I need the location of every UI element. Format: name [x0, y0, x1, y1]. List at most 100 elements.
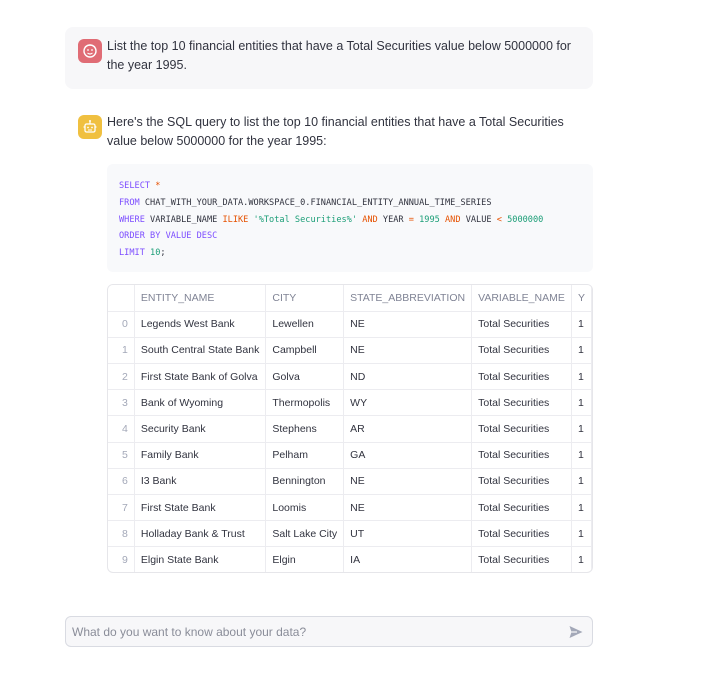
- table-cell: Total Securities: [471, 442, 572, 469]
- results-table[interactable]: ENTITY_NAME CITY STATE_ABBREVIATION VARIABL…: [107, 284, 593, 573]
- robot-icon: [83, 120, 97, 133]
- sql-keyword: LIMIT: [119, 248, 145, 259]
- table-row[interactable]: 8 Holladay Bank & Trust Salt Lake City UT To…: [108, 520, 592, 548]
- table-row[interactable]: 6 I3 Bank Bennington NE Total Securities 1: [108, 468, 592, 496]
- table-body: 0 Legends West Bank Lewellen NE Total Securi…: [108, 311, 592, 572]
- column-header[interactable]: Y: [571, 285, 592, 312]
- sql-text: ;: [160, 248, 166, 259]
- table-cell: Legends West Bank: [134, 311, 267, 338]
- table-cell: GA: [343, 442, 473, 469]
- table-row[interactable]: 7 First State Bank Loomis NE Total Securitie…: [108, 494, 592, 522]
- sql-text: YEAR: [377, 214, 409, 225]
- table-cell: Total Securities: [471, 468, 572, 496]
- sql-text: *: [150, 181, 161, 191]
- table-cell: Total Securities: [471, 337, 572, 365]
- table-cell: Bennington: [265, 468, 345, 496]
- assistant-message-text: Here's the SQL query to list the top 10 …: [107, 115, 564, 148]
- sql-code-block[interactable]: SELECT * FROM CHAT_WITH_YOUR_DATA.WORKSP…: [107, 164, 593, 272]
- table-cell: 1: [571, 494, 592, 522]
- table-cell: 1: [571, 546, 592, 572]
- sql-text: CHAT_WITH_YOUR_DATA.WORKSPACE_0.FINANCIA…: [139, 197, 492, 208]
- table-cell: Holladay Bank & Trust: [134, 520, 267, 548]
- table-cell: Thermopolis: [265, 389, 345, 417]
- table-row[interactable]: 4 Security Bank Stephens AR Total Securities…: [108, 415, 592, 443]
- table-cell: Total Securities: [471, 311, 572, 338]
- table-cell: 1: [571, 311, 592, 338]
- table-cell: IA: [343, 546, 473, 572]
- sql-text: VALUE DESC: [160, 231, 218, 242]
- sql-line-2: FROM CHAT_WITH_YOUR_DATA.WORKSPACE_0.FIN…: [119, 195, 581, 212]
- user-message-text: List the top 10 financial entities that …: [107, 39, 571, 72]
- column-header[interactable]: CITY: [265, 285, 345, 312]
- row-index-cell: 9: [108, 546, 135, 572]
- table-cell: 1: [571, 415, 592, 443]
- table-cell: Total Securities: [471, 363, 572, 391]
- table-cell: 1: [571, 363, 592, 391]
- sql-keyword: WHERE: [119, 214, 145, 225]
- table-cell: Elgin: [265, 546, 345, 572]
- table-cell: Total Securities: [471, 415, 572, 443]
- table-cell: Family Bank: [134, 442, 267, 469]
- table-cell: Total Securities: [471, 546, 572, 572]
- table-cell: 1: [571, 337, 592, 365]
- sql-line-1: SELECT *: [119, 178, 581, 195]
- user-message: List the top 10 financial entities that …: [65, 27, 593, 89]
- table-cell: 1: [571, 442, 592, 469]
- sql-number: 10: [144, 248, 161, 259]
- table-cell: 1: [571, 468, 592, 496]
- user-avatar-icon: [78, 39, 102, 63]
- assistant-avatar-icon: [78, 115, 102, 139]
- table-cell: Pelham: [265, 442, 345, 469]
- table-cell: NE: [343, 337, 473, 365]
- column-header[interactable]: STATE_ABBREVIATION: [343, 285, 473, 312]
- column-header[interactable]: ENTITY_NAME: [134, 285, 267, 312]
- sql-operator: AND: [445, 214, 461, 225]
- table-cell: I3 Bank: [134, 468, 267, 496]
- table-row[interactable]: 0 Legends West Bank Lewellen NE Total Securi…: [108, 311, 592, 338]
- table-cell: Golva: [265, 363, 345, 391]
- table-cell: 1: [571, 389, 592, 417]
- table-cell: ND: [343, 363, 473, 391]
- table-cell: Total Securities: [471, 494, 572, 522]
- table-cell: AR: [343, 415, 473, 443]
- sql-line-3: WHERE VARIABLE_NAME ILIKE '%Total Securi…: [119, 212, 581, 229]
- table-cell: Salt Lake City: [265, 520, 345, 548]
- table-row[interactable]: 2 First State Bank of Golva Golva ND Total S…: [108, 363, 592, 391]
- table-cell: Stephens: [265, 415, 345, 443]
- sql-keyword: FROM: [119, 197, 140, 208]
- table-cell: Bank of Wyoming: [134, 389, 267, 417]
- table-cell: Loomis: [265, 494, 345, 522]
- column-header[interactable]: VARIABLE_NAME: [471, 285, 572, 312]
- chat-input[interactable]: [72, 621, 552, 643]
- send-arrow-icon[interactable]: [568, 624, 584, 640]
- table-row[interactable]: 3 Bank of Wyoming Thermopolis WY Total Secur…: [108, 389, 592, 417]
- sql-text: VARIABLE_NAME: [144, 214, 223, 225]
- row-index-cell: 5: [108, 442, 135, 469]
- row-index-cell: 7: [108, 494, 135, 522]
- row-index-cell: 3: [108, 389, 135, 417]
- table-row[interactable]: 1 South Central State Bank Campbell NE Total…: [108, 337, 592, 365]
- row-index-cell: 0: [108, 311, 135, 338]
- row-index-cell: 6: [108, 468, 135, 496]
- sql-number: 1995: [413, 214, 445, 225]
- sql-text: VALUE: [460, 214, 497, 225]
- index-column-header[interactable]: [108, 285, 135, 312]
- table-row[interactable]: 5 Family Bank Pelham GA Total Securities 1: [108, 442, 592, 469]
- row-index-cell: 8: [108, 520, 135, 548]
- user-face-icon: [83, 44, 97, 58]
- table-cell: First State Bank: [134, 494, 267, 522]
- assistant-message: Here's the SQL query to list the top 10 …: [65, 103, 593, 583]
- table-cell: Total Securities: [471, 389, 572, 417]
- table-cell: NE: [343, 311, 473, 338]
- table-cell: NE: [343, 468, 473, 496]
- table-cell: Elgin State Bank: [134, 546, 267, 572]
- table-cell: Total Securities: [471, 520, 572, 548]
- row-index-cell: 4: [108, 415, 135, 443]
- row-index-cell: 1: [108, 337, 135, 365]
- sql-operator: AND: [362, 214, 378, 225]
- table-cell: South Central State Bank: [134, 337, 267, 365]
- table-cell: First State Bank of Golva: [134, 363, 267, 391]
- sql-keyword: SELECT: [119, 181, 151, 191]
- table-header-row: ENTITY_NAME CITY STATE_ABBREVIATION VARIABL…: [108, 285, 592, 312]
- table-row[interactable]: 9 Elgin State Bank Elgin IA Total Securities…: [108, 546, 592, 572]
